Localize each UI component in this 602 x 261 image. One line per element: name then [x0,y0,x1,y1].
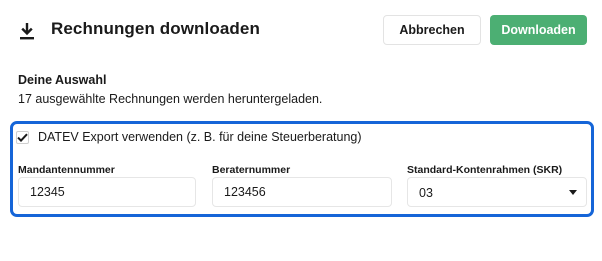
skr-label: Standard-Kontenrahmen (SKR) [407,164,563,176]
download-icon [20,23,34,40]
client-number-input[interactable] [18,177,196,207]
advisor-number-label: Beraternummer [212,164,291,176]
skr-selected-value: 03 [419,186,433,200]
download-invoices-dialog: Rechnungen downloaden Abbrechen Download… [0,0,602,261]
selection-summary: 17 ausgewählte Rechnungen werden herunte… [18,92,323,106]
download-button[interactable]: Downloaden [490,15,587,45]
datev-export-label: DATEV Export verwenden (z. B. für deine … [38,130,362,144]
cancel-button[interactable]: Abbrechen [383,15,481,45]
caret-down-icon [569,190,577,195]
datev-export-checkbox[interactable] [16,131,29,144]
selection-heading: Deine Auswahl [18,73,107,87]
dialog-title: Rechnungen downloaden [51,19,260,38]
skr-select[interactable]: 03 [407,177,587,207]
client-number-label: Mandantennummer [18,164,115,176]
checkmark-icon [17,133,28,142]
advisor-number-input[interactable] [212,177,392,207]
